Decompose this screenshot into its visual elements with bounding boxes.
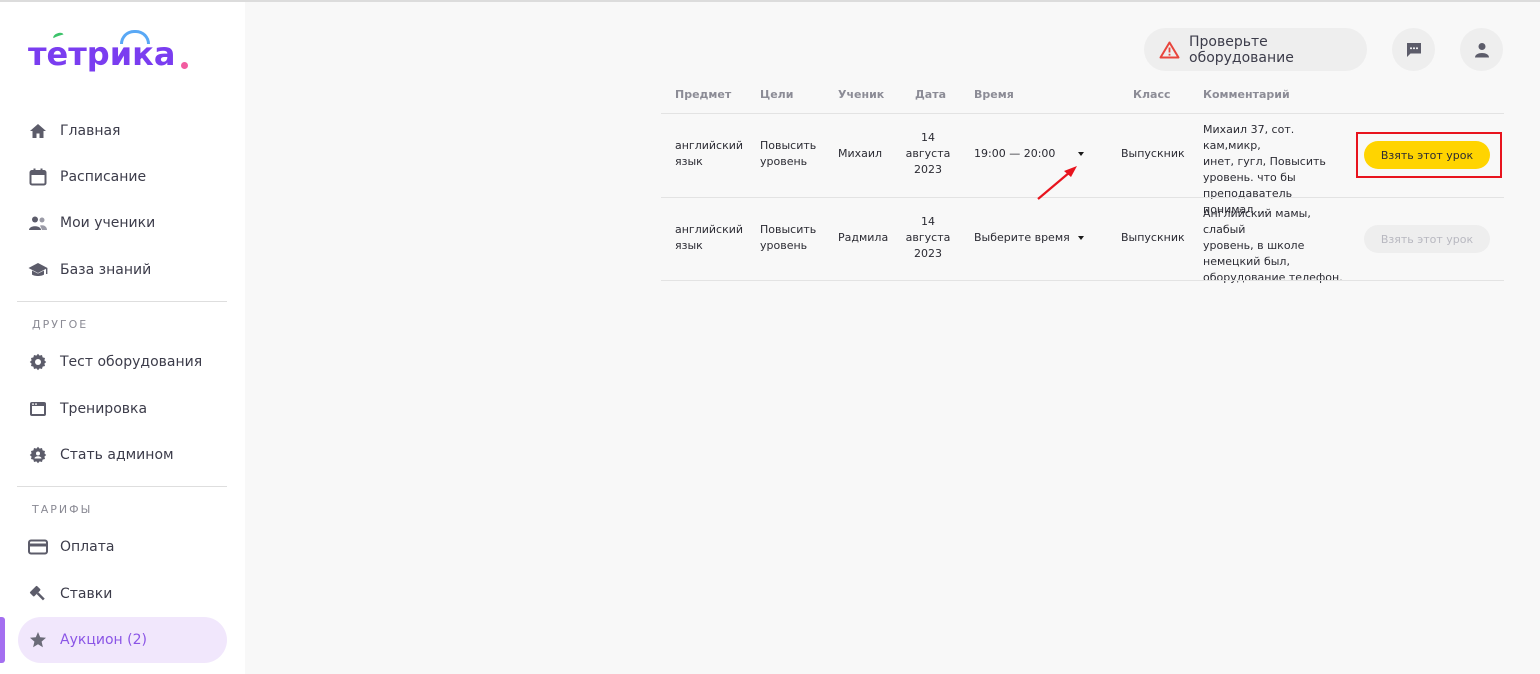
column-header-time: Время bbox=[974, 88, 1014, 101]
nav-item-label: Главная bbox=[60, 123, 121, 139]
nav-item-label: Стать админом bbox=[60, 447, 174, 463]
nav-item-label: Тренировка bbox=[60, 401, 148, 417]
check-equipment-button[interactable]: Проверьте оборудование bbox=[1144, 28, 1367, 71]
nav-item-become-admin[interactable]: Стать админом bbox=[18, 432, 227, 478]
cell-grade: Выпускник bbox=[1121, 231, 1185, 244]
nav-item-bids[interactable]: Ставки bbox=[18, 571, 227, 617]
logo-dot bbox=[181, 62, 188, 69]
warning-icon bbox=[1159, 41, 1180, 59]
chevron-down-icon[interactable] bbox=[1078, 152, 1084, 156]
cell-subject: английский язык bbox=[675, 139, 744, 168]
take-lesson-button-disabled: Взять этот урок bbox=[1364, 225, 1490, 253]
nav-item-knowledge-base[interactable]: База знаний bbox=[18, 247, 227, 293]
chat-icon bbox=[1405, 41, 1423, 59]
column-header-comment: Комментарий bbox=[1203, 88, 1290, 101]
sidebar-divider bbox=[17, 486, 227, 487]
cell-date: 14 августа 2023 bbox=[905, 215, 951, 260]
sidebar-divider bbox=[17, 301, 227, 302]
cell-subject: английский язык bbox=[675, 223, 744, 252]
nav-item-training[interactable]: Тренировка bbox=[18, 386, 227, 432]
cell-comment: Английский мамы, слабый уровень, в школе… bbox=[1203, 207, 1343, 284]
nav-item-label: Ставки bbox=[60, 586, 113, 602]
cell-student: Михаил bbox=[838, 147, 883, 160]
nav-item-schedule[interactable]: Расписание bbox=[18, 154, 227, 200]
nav-item-label: База знаний bbox=[60, 262, 152, 278]
students-icon bbox=[18, 215, 58, 231]
user-icon bbox=[1474, 42, 1490, 58]
logo-text: тетрика bbox=[28, 35, 176, 73]
nav-item-equipment-test[interactable]: Тест оборудования bbox=[18, 339, 227, 385]
time-select[interactable]: Выберите время bbox=[974, 230, 1094, 246]
home-icon bbox=[18, 123, 58, 139]
cell-date: 14 августа 2023 bbox=[905, 131, 951, 176]
calendar-icon bbox=[18, 168, 58, 186]
logo-arc-mark bbox=[120, 30, 150, 44]
nav-item-my-students[interactable]: Мои ученики bbox=[18, 200, 227, 246]
column-header-grade: Класс bbox=[1133, 88, 1171, 101]
logo[interactable]: тетрика bbox=[28, 30, 198, 74]
sidebar: тетрика Главная Расписание Мои ученики Б… bbox=[0, 2, 245, 674]
nav-item-auction[interactable]: Аукцион (2) bbox=[18, 617, 227, 663]
column-header-goals: Цели bbox=[760, 88, 794, 101]
star-icon bbox=[18, 631, 58, 649]
nav-item-label: Тест оборудования bbox=[60, 354, 203, 370]
table-divider bbox=[661, 113, 1504, 114]
nav-item-label: Расписание bbox=[60, 169, 147, 185]
time-select-value: Выберите время bbox=[974, 231, 1070, 244]
cell-goal: Повысить уровень bbox=[760, 223, 817, 252]
column-header-student: Ученик bbox=[838, 88, 885, 101]
check-equipment-label: Проверьте оборудование bbox=[1189, 33, 1294, 66]
cell-goal: Повысить уровень bbox=[760, 139, 817, 168]
graduation-cap-icon bbox=[18, 262, 58, 278]
column-header-date: Дата bbox=[915, 88, 947, 101]
profile-button[interactable] bbox=[1460, 28, 1503, 71]
column-header-subject: Предмет bbox=[675, 88, 732, 101]
cell-grade: Выпускник bbox=[1121, 147, 1185, 160]
cell-comment: Михаил 37, сот. кам,микр, инет, гугл, По… bbox=[1203, 123, 1326, 216]
table-divider bbox=[661, 280, 1504, 281]
section-title-other: ДРУГОЕ bbox=[32, 318, 89, 331]
nav-item-label: Мои ученики bbox=[60, 215, 156, 231]
nav-item-label: Оплата bbox=[60, 539, 115, 555]
nav-item-payment[interactable]: Оплата bbox=[18, 524, 227, 570]
nav-item-home[interactable]: Главная bbox=[18, 108, 227, 154]
highlight-box bbox=[1356, 132, 1502, 178]
section-title-tariffs: ТАРИФЫ bbox=[32, 503, 93, 516]
window-icon bbox=[18, 401, 58, 417]
admin-gear-icon bbox=[18, 446, 58, 464]
nav-item-label: Аукцион (2) bbox=[60, 632, 147, 648]
annotation-arrow bbox=[1037, 166, 1077, 200]
gavel-icon bbox=[18, 585, 58, 603]
chevron-down-icon[interactable] bbox=[1078, 236, 1084, 240]
credit-card-icon bbox=[18, 539, 58, 555]
chat-button[interactable] bbox=[1392, 28, 1435, 71]
cell-student: Радмила bbox=[838, 231, 889, 244]
gear-icon bbox=[18, 353, 58, 371]
active-indicator bbox=[0, 617, 5, 663]
